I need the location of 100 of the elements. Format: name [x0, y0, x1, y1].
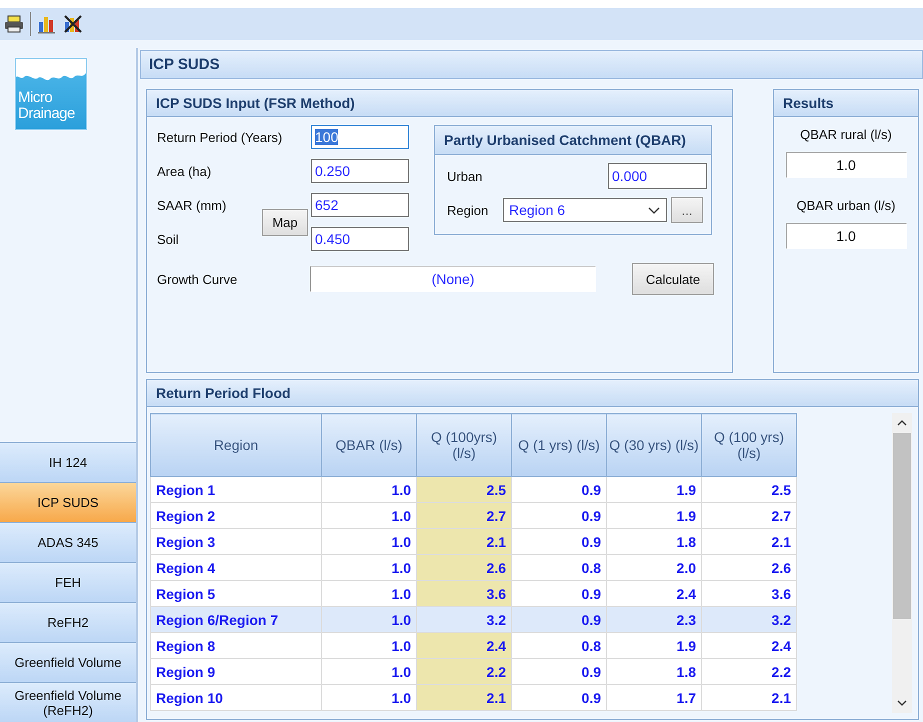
growth-curve-field[interactable]: (None) [310, 266, 596, 292]
table-cell: 0.9 [512, 476, 606, 502]
column-header[interactable]: Q (100yrs) (l/s) [416, 414, 512, 476]
table-cell: 2.2 [416, 658, 512, 684]
map-button[interactable]: Map [262, 208, 308, 236]
field-label: SAAR (mm) [157, 198, 226, 212]
field-label: Urban [447, 168, 484, 184]
input-field[interactable]: 0.250 [311, 159, 409, 183]
table-cell: 3.2 [702, 606, 796, 632]
table-cell: 0.9 [512, 684, 606, 710]
field-label: Area (ha) [157, 164, 212, 178]
table-row[interactable]: Region 2 1.0 2.7 0.9 1.9 2.7 [150, 502, 796, 528]
table-row[interactable]: Region 5 1.0 3.6 0.9 2.4 3.6 [150, 580, 796, 606]
table-row[interactable]: Region 4 1.0 2.6 0.8 2.0 2.6 [150, 554, 796, 580]
table-cell: 1.8 [606, 528, 702, 554]
table-cell: 2.5 [702, 476, 796, 502]
column-header[interactable]: Q (1 yrs) (l/s) [512, 414, 606, 476]
table-cell: Region 10 [150, 684, 322, 710]
field-label: Growth Curve [157, 272, 238, 286]
table-row[interactable]: Region 10 1.0 2.1 0.9 1.7 2.1 [150, 684, 796, 710]
table-cell: 1.8 [606, 658, 702, 684]
scroll-thumb[interactable] [893, 433, 911, 619]
result-field: 1.0 [786, 152, 906, 178]
group-title: ICP SUDS Input (FSR Method) [147, 90, 732, 117]
table-cell: 3.2 [416, 606, 512, 632]
table-cell: 1.0 [322, 684, 416, 710]
region-dropdown[interactable]: Region 6 [503, 198, 667, 222]
table-cell: Region 2 [150, 502, 322, 528]
sidebar-item[interactable]: Greenfield Volume (ReFH2) [0, 682, 136, 722]
sidebar-item[interactable]: ADAS 345 [0, 522, 136, 562]
table-cell: 2.1 [702, 528, 796, 554]
table-cell: 0.9 [512, 502, 606, 528]
table-cell: Region 5 [150, 580, 322, 606]
bar-chart-icon[interactable] [37, 14, 57, 34]
table-cell: Region 8 [150, 632, 322, 658]
sidebar-item[interactable]: IH 124 [0, 442, 136, 482]
input-field[interactable]: 0.000 [608, 163, 707, 189]
table-row[interactable]: Region 9 1.0 2.2 0.9 1.8 2.2 [150, 658, 796, 684]
table-cell: Region 9 [150, 658, 322, 684]
result-field: 1.0 [786, 223, 906, 249]
result-label: QBAR rural (l/s) [800, 127, 892, 142]
table-cell: Region 3 [150, 528, 322, 554]
column-header[interactable]: QBAR (l/s) [322, 414, 416, 476]
table-cell: 3.6 [416, 580, 512, 606]
table-cell: 1.0 [322, 632, 416, 658]
table-cell: 1.0 [322, 554, 416, 580]
table-cell: 0.8 [512, 632, 606, 658]
table-cell: Region 6/Region 7 [150, 606, 322, 632]
table-cell: 2.7 [702, 502, 796, 528]
table-cell: 2.4 [416, 632, 512, 658]
table-cell: 1.0 [322, 502, 416, 528]
column-header[interactable]: Q (100 yrs) (l/s) [702, 414, 796, 476]
table-cell: 2.7 [416, 502, 512, 528]
table-cell: 2.2 [702, 658, 796, 684]
table-cell: Region 1 [150, 476, 322, 502]
table-cell: 1.9 [606, 502, 702, 528]
sidebar-item[interactable]: ICP SUDS [0, 482, 136, 522]
column-header[interactable]: Region [150, 414, 322, 476]
table-cell: 1.0 [322, 606, 416, 632]
calculate-button[interactable]: Calculate [632, 263, 714, 295]
table-cell: 2.4 [702, 632, 796, 658]
table-cell: Region 4 [150, 554, 322, 580]
logo: Micro Drainage [15, 58, 87, 130]
table-cell: 2.1 [416, 528, 512, 554]
sidebar-item[interactable]: ReFH2 [0, 602, 136, 642]
table-cell: 0.9 [512, 658, 606, 684]
sidebar-item[interactable]: Greenfield Volume [0, 642, 136, 682]
table-row[interactable]: Region 1 1.0 2.5 0.9 1.9 2.5 [150, 476, 796, 502]
table-cell: 0.9 [512, 606, 606, 632]
browse-button[interactable]: ... [671, 197, 703, 223]
table-row[interactable]: Region 8 1.0 2.4 0.8 1.9 2.4 [150, 632, 796, 658]
sidebar-item[interactable]: FEH [0, 562, 136, 602]
table-cell: 1.0 [322, 476, 416, 502]
table-cell: 2.0 [606, 554, 702, 580]
column-header[interactable]: Q (30 yrs) (l/s) [606, 414, 702, 476]
table-cell: 1.0 [322, 528, 416, 554]
table-cell: 2.4 [606, 580, 702, 606]
table-cell: 3.6 [702, 580, 796, 606]
table-cell: 1.9 [606, 632, 702, 658]
page-title: ICP SUDS [140, 50, 923, 79]
table-row[interactable]: Region 6/Region 7 1.0 3.2 0.9 2.3 3.2 [150, 606, 796, 632]
table-cell: 2.1 [702, 684, 796, 710]
caret-icon [648, 206, 660, 214]
printer-icon[interactable] [4, 14, 24, 34]
scrollbar[interactable] [892, 413, 912, 713]
result-label: QBAR urban (l/s) [796, 198, 896, 213]
table-cell: 2.5 [416, 476, 512, 502]
table-cell: 1.0 [322, 580, 416, 606]
table-cell: 2.6 [416, 554, 512, 580]
table-cell: 1.7 [606, 684, 702, 710]
chart-delete-icon[interactable] [63, 14, 83, 34]
field-label: Region [447, 202, 490, 218]
table-cell: 2.3 [606, 606, 702, 632]
input-field[interactable]: 0.450 [311, 227, 409, 251]
table-cell: 2.6 [702, 554, 796, 580]
input-field[interactable]: 100 [311, 125, 409, 149]
input-field[interactable]: 652 [311, 193, 409, 217]
table-cell: 2.1 [416, 684, 512, 710]
table-row[interactable]: Region 3 1.0 2.1 0.9 1.8 2.1 [150, 528, 796, 554]
table-cell: 1.9 [606, 476, 702, 502]
